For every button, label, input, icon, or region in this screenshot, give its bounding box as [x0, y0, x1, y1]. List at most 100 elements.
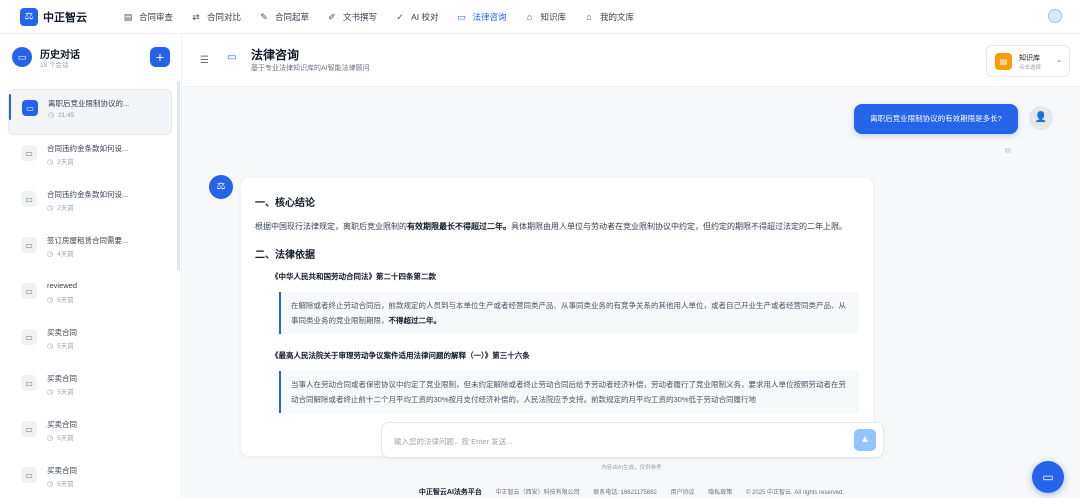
chat-icon: ▭ — [21, 421, 37, 437]
knowledge-base-selector[interactable]: ▤ 知识库 点击选择 ⌄ — [986, 45, 1070, 77]
chat-icon: ▭ — [457, 11, 466, 22]
privacy-link[interactable]: 隐私政策 — [708, 490, 732, 496]
footer-copyright: © 2025 中正智云. All rights reserved. — [745, 490, 845, 496]
answer-paragraph: 根据中国现行法律规定，离职后竞业限制的有效期限最长不得超过二年。具体期限由用人单… — [255, 219, 859, 234]
library-icon: ▤ — [995, 53, 1012, 70]
user-avatar: 👤 — [1029, 106, 1053, 130]
main-nav: ▤ 合同审查 ⇄ 合同对比 ✎ 合同起草 ✐ 文书撰写 ✓ AI 校对 ▭ 法律咨询 ⌂ 知识… — [116, 7, 645, 27]
conversation-item[interactable]: ▭ 买卖合同 5天前 — [8, 365, 172, 411]
nav-item-legal-consult[interactable]: ▭ 法律咨询 — [449, 7, 513, 27]
conversation-item[interactable]: ▭ 签订房屋租赁合同需要... 4天前 — [8, 227, 172, 273]
chat-icon: ▭ — [21, 145, 37, 161]
chat-icon: ▭ — [21, 329, 37, 345]
conversation-title: 合同违约金条款如何设... — [47, 190, 129, 199]
active-indicator — [9, 94, 11, 120]
swap-icon: ⇄ — [192, 11, 200, 22]
doc-search-icon: ▤ — [123, 11, 133, 22]
text-run: 具体期限由用人单位与劳动者在竞业限制协议中约定，但约定的期限不得超过法定的二年上… — [511, 222, 847, 231]
conversation-title: reviewed — [47, 281, 78, 290]
conversation-time: 5天前 — [47, 340, 74, 350]
law-quote: 当事人在劳动合同或者保密协议中约定了竞业限制，但未约定解除或者终止劳动合同后给予… — [279, 371, 859, 413]
pen-icon: ✐ — [328, 11, 336, 22]
input-placeholder: 输入您的法律问题，按 Enter 发送... — [394, 437, 513, 446]
menu-icon[interactable]: ☰ — [200, 55, 209, 66]
copy-icon[interactable]: ⧉ — [1005, 146, 1011, 156]
app-name: 中正智云 — [43, 11, 87, 24]
user-avatar-icon[interactable] — [1048, 9, 1062, 23]
assistant-answer: 一、核心结论 根据中国现行法律规定，离职后竞业限制的有效期限最长不得超过二年。具… — [241, 178, 873, 456]
page-subtitle: 基于专业法律知识库的AI智能法律顾问 — [251, 65, 370, 72]
section-heading: 一、核心结论 — [255, 198, 315, 209]
user-message: 离职后竞业限制协议的有效期限是多长? — [854, 104, 1018, 134]
conversation-item[interactable]: ▭ 离职后竞业限制协议的... 21:45 — [8, 89, 172, 135]
nav-label: 合同起草 — [275, 11, 310, 22]
nav-item-ai-proofread[interactable]: ✓ AI 校对 — [388, 7, 445, 27]
sidebar-scrollbar[interactable] — [177, 81, 180, 271]
sidebar-header: ▭ 历史对话 18 个会话 + — [12, 46, 172, 70]
conversation-item[interactable]: ▭ 买卖合同 5天前 — [8, 319, 172, 365]
conversation-time: 5天前 — [47, 386, 74, 396]
chat-icon: ▭ — [227, 52, 237, 63]
conversation-time: 21:45 — [48, 111, 74, 119]
history-sidebar: ▭ 历史对话 18 个会话 + ▭ 离职后竞业限制协议的... 21:45 ▭ 合同违… — [0, 35, 182, 498]
session-count: 18 个会话 — [40, 62, 69, 69]
chevron-down-icon: ⌄ — [1056, 57, 1062, 64]
nav-item-contract-review[interactable]: ▤ 合同审查 — [116, 7, 180, 27]
conversation-item[interactable]: ▭ 买卖合同 5天前 — [8, 457, 172, 489]
chat-icon: ▭ — [21, 237, 37, 253]
nav-label: 文书撰写 — [343, 11, 378, 22]
conversation-item[interactable]: ▭ reviewed 5天前 — [8, 273, 172, 319]
send-button[interactable]: ▲ — [854, 429, 876, 451]
law-citation: 《中华人民共和国劳动合同法》第二十四条第二款 — [271, 272, 436, 281]
scale-icon: ⚖ — [20, 7, 38, 26]
conversation-title: 离职后竞业限制协议的... — [48, 99, 130, 108]
conversation-title: 合同违约金条款如何设... — [47, 144, 129, 153]
chat-icon: ▭ — [21, 191, 37, 207]
conversation-time: 5天前 — [47, 432, 74, 442]
conversation-title: 买卖合同 — [47, 374, 77, 383]
nav-item-contract-compare[interactable]: ⇄ 合同对比 — [184, 7, 248, 27]
main-panel: ☰ ▭ 法律咨询 基于专业法律知识库的AI智能法律顾问 ▤ 知识库 点击选择 ⌄… — [183, 35, 1080, 498]
text-run: 在解除或者终止劳动合同后，前款规定的人员到与本单位生产或者经营同类产品、从事同类… — [291, 301, 846, 325]
conversation-title: 签订房屋租赁合同需要... — [47, 236, 129, 245]
conversation-item[interactable]: ▭ 买卖合同 5天前 — [8, 411, 172, 457]
nav-label: 法律咨询 — [472, 11, 507, 22]
bold-text: 不得超过二年。 — [388, 316, 442, 325]
nav-item-document-writing[interactable]: ✐ 文书撰写 — [320, 7, 384, 27]
assistant-avatar-scale-icon: ⚖ — [209, 175, 233, 199]
conversation-list: ▭ 离职后竞业限制协议的... 21:45 ▭ 合同违约金条款如何设... 2天前 ▭ 合… — [8, 89, 172, 489]
message-input[interactable]: 输入您的法律问题，按 Enter 发送... ▲ — [381, 422, 884, 458]
nav-label: AI 校对 — [411, 11, 439, 22]
chat-icon: ▭ — [22, 100, 38, 116]
conversation-time: 4天前 — [47, 248, 74, 258]
conversation-item[interactable]: ▭ 合同违约金条款如何设... 2天前 — [8, 181, 172, 227]
folder-icon: ⌂ — [586, 11, 592, 22]
nav-label: 我的文库 — [600, 11, 635, 22]
page-header: ☰ ▭ 法律咨询 基于专业法律知识库的AI智能法律顾问 ▤ 知识库 点击选择 ⌄ — [183, 35, 1080, 87]
chat-icon: ▭ — [21, 375, 37, 391]
chat-icon: ▭ — [21, 283, 37, 299]
ai-disclaimer: 内容由AI生成，仅供参考 — [601, 465, 662, 471]
nav-item-knowledge-base[interactable]: ⌂ 知识库 — [517, 7, 573, 27]
conversation-time: 2天前 — [47, 202, 74, 212]
conversation-title: 买卖合同 — [47, 466, 77, 475]
nav-label: 知识库 — [540, 11, 566, 22]
nav-item-my-library[interactable]: ⌂ 我的文库 — [577, 7, 641, 27]
conversation-time: 2天前 — [47, 156, 74, 166]
footer: 中正智云AI法务平台 中正智云（西安）科技有限公司 联系电话: 16621175… — [183, 487, 1080, 498]
bold-text: 有效期限最长不得超过二年。 — [407, 222, 511, 231]
support-chat-button[interactable]: ▭ — [1032, 461, 1064, 493]
conversation-time: 5天前 — [47, 294, 74, 304]
edit-icon: ✎ — [260, 11, 268, 22]
new-chat-button[interactable]: + — [150, 47, 170, 67]
brand[interactable]: ⚖ 中正智云 — [20, 7, 104, 26]
user-agreement-link[interactable]: 用户协议 — [671, 490, 695, 496]
footer-phone: 联系电话: 16621175882 — [593, 490, 657, 496]
conversation-title: 买卖合同 — [47, 420, 77, 429]
kb-subtitle: 点击选择 — [1019, 65, 1042, 71]
section-heading: 二、法律依据 — [255, 250, 315, 261]
check-circle-icon: ✓ — [396, 11, 404, 22]
nav-item-contract-draft[interactable]: ✎ 合同起草 — [252, 7, 316, 27]
conversation-time: 5天前 — [47, 478, 74, 488]
conversation-item[interactable]: ▭ 合同违约金条款如何设... 2天前 — [8, 135, 172, 181]
